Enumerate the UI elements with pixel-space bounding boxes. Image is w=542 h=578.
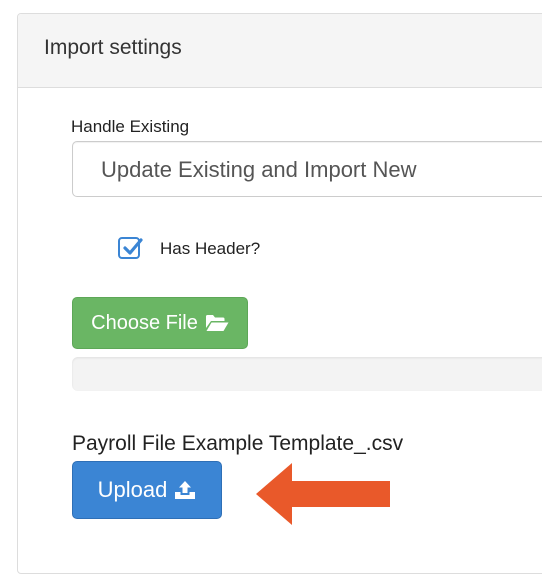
folder-open-icon <box>205 315 229 331</box>
choose-file-button[interactable]: Choose File <box>72 297 248 349</box>
upload-button[interactable]: Upload <box>72 461 222 519</box>
upload-label: Upload <box>97 477 168 502</box>
panel-title: Import settings <box>44 36 182 59</box>
upload-progress-bar <box>72 357 542 391</box>
left-arrow-icon <box>256 463 390 525</box>
panel-heading: Import settings <box>18 14 542 88</box>
handle-existing-select[interactable]: Update Existing and Import New <box>72 141 542 197</box>
checkmark-icon <box>123 238 143 255</box>
import-settings-panel: Import settings Handle Existing Update E… <box>17 13 542 574</box>
handle-existing-selected-value: Update Existing and Import New <box>101 157 417 182</box>
selected-file-name: Payroll File Example Template_.csv <box>72 432 404 455</box>
upload-icon <box>175 481 196 499</box>
has-header-checkbox[interactable] <box>118 237 143 259</box>
has-header-label: Has Header? <box>160 239 261 258</box>
handle-existing-label: Handle Existing <box>71 117 190 136</box>
choose-file-label: Choose File <box>91 311 198 334</box>
page: Import settings Handle Existing Update E… <box>0 0 542 578</box>
